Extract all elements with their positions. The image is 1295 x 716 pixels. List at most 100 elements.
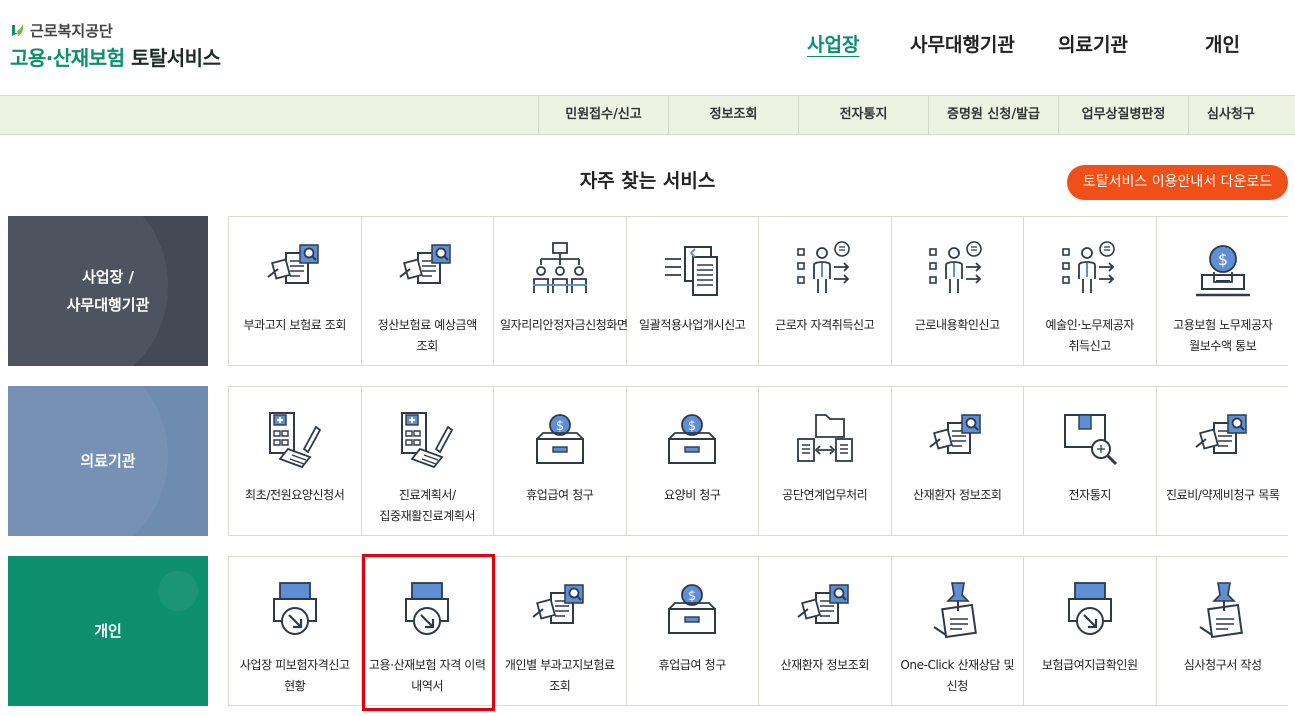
service-tile[interactable]: 산재환자 정보조회 [759, 557, 892, 705]
service-tile-label: 사업장 피보험자격신고 현황 [239, 658, 350, 693]
site-header: 근로복지공단 고용·산재보험 토탈서비스 사업장 사무대행기관 의료기관 개인 [0, 0, 1295, 95]
service-tile-label: 개인별 부과고지보험료 조회 [504, 658, 615, 693]
main-nav: 사업장 사무대행기관 의료기관 개인 [0, 30, 1295, 60]
service-tile[interactable]: 진료계획서/집중재활진료계획서 [361, 387, 494, 535]
sub-nav-appeal[interactable]: 심사청구 [1188, 96, 1295, 134]
service-tile[interactable]: 공단연계업무처리 [759, 387, 892, 535]
sub-nav: 민원접수/신고 정보조회 전자통지 증명원 신청/발급 업무상질병판정 심사청구 [0, 95, 1295, 135]
guide-download-button[interactable]: 토탈서비스 이용안내서 다운로드 [1067, 165, 1288, 200]
service-tile[interactable]: 일괄적용사업개시신고 [626, 217, 759, 365]
document-search-icon [532, 584, 584, 624]
service-grid: 사업장 피보험자격신고 현황 고용·산재보험 자격 이력 내역서 개인별 부과고… [228, 556, 1289, 706]
box-search-icon [1063, 414, 1117, 466]
service-tile[interactable]: 보험급여지급확인원 [1024, 557, 1157, 705]
main-nav-agency[interactable]: 사무대행기관 [910, 30, 1015, 57]
category-decoration [158, 571, 198, 611]
service-tile-label: 진료비/약제비청구 목록 [1166, 488, 1280, 502]
document-search-icon [797, 584, 849, 624]
category-label-line: 사업장 / [81, 268, 135, 286]
document-transfer-icon [665, 246, 719, 296]
service-tile[interactable]: $ 고용보험 노무제공자 월보수액 통보 [1156, 217, 1289, 365]
service-grid: 부과고지 보험료 조회 정산보험료 예상금액 조회 일자리리안정자금신청화면안내… [228, 216, 1289, 366]
service-tile[interactable]: 전자통지 [1024, 387, 1157, 535]
service-tile-label: 전자통지 [1068, 488, 1112, 502]
document-exchange-icon [796, 414, 853, 462]
category-label-line: 의료기관 [80, 452, 136, 470]
service-tile-label: 고용·산재보험 자격 이력 내역서 [368, 658, 486, 693]
service-tile-label: 예술인·노무제공자 취득신고 [1045, 318, 1135, 353]
service-tile-label: 일자리리안정자금신청화면안내 [500, 318, 649, 332]
printer-download-icon [1067, 582, 1112, 635]
category-panel: 사업장 / 사무대행기관 [8, 216, 208, 366]
service-tile[interactable]: 개인별 부과고지보험료 조회 [494, 557, 627, 705]
service-tile[interactable]: 최초/전원요양신청서 [229, 387, 362, 535]
person-checklist-icon [1061, 241, 1115, 293]
service-tile[interactable]: $ 휴업급여 청구 [494, 387, 627, 535]
main-nav-personal[interactable]: 개인 [1205, 30, 1240, 57]
service-tile[interactable]: 사업장 피보험자격신고 현황 [229, 557, 362, 705]
service-tile[interactable]: 근로자 자격취득신고 [759, 217, 892, 365]
svg-text:$: $ [556, 419, 564, 434]
service-tile-label: 근로자 자격취득신고 [775, 318, 875, 332]
hospital-document-icon [268, 412, 321, 469]
service-tile-label: 근로내용확인신고 [914, 318, 1001, 332]
service-tile[interactable]: 부과고지 보험료 조회 [229, 217, 362, 365]
service-tile[interactable]: One-Click 산재상담 및 신청 [891, 557, 1024, 705]
service-tile-label: 부과고지 보험료 조회 [243, 318, 347, 332]
service-tile-label: One-Click 산재상담 및 신청 [900, 658, 1015, 693]
main-nav-medical[interactable]: 의료기관 [1058, 30, 1128, 57]
category-panel: 개인 [8, 556, 208, 706]
service-tile-label: 산재환자 정보조회 [912, 488, 1002, 502]
sub-nav-certificate[interactable]: 증명원 신청/발급 [928, 96, 1058, 134]
main-nav-business[interactable]: 사업장 [807, 30, 859, 57]
printer-download-icon [405, 582, 450, 635]
hospital-document-icon [401, 412, 454, 469]
person-checklist-icon [929, 241, 983, 293]
pin-document-icon [933, 582, 978, 639]
service-tile-label: 공단연계업무처리 [782, 488, 868, 502]
category-label: 의료기관 [80, 447, 135, 475]
service-tile[interactable]: $ 요양비 청구 [626, 387, 759, 535]
svg-text:$: $ [688, 589, 696, 604]
service-tile-label: 산재환자 정보조회 [780, 658, 870, 672]
service-tile-label: 심사청구서 작성 [1183, 658, 1262, 672]
service-tile-label: 정산보험료 예상금액 조회 [377, 318, 478, 353]
document-search-icon [267, 244, 319, 284]
document-search-icon [399, 244, 451, 284]
service-tile[interactable]: 심사청구서 작성 [1156, 557, 1289, 705]
sub-nav-disease-judgment[interactable]: 업무상질병판정 [1058, 96, 1188, 134]
category-label: 개인 [94, 617, 122, 645]
service-tile-label: 휴업급여 청구 [526, 488, 594, 502]
service-grid: 최초/전원요양신청서 진료계획서/집중재활진료계획서 $ 휴업급여 청구 $ 요… [228, 386, 1289, 536]
printer-download-icon [272, 582, 317, 635]
service-tile-label: 고용보험 노무제공자 월보수액 통보 [1173, 318, 1273, 353]
service-tile[interactable]: 예술인·노무제공자 취득신고 [1024, 217, 1157, 365]
service-tile-label: 일괄적용사업개시신고 [639, 318, 746, 332]
money-report-icon: $ [1195, 245, 1250, 297]
service-tile-label: 요양비 청구 [663, 488, 721, 502]
person-checklist-icon [796, 241, 850, 293]
service-tile-label: 보험급여지급확인원 [1041, 658, 1138, 672]
category-label: 사업장 / 사무대행기관 [67, 263, 150, 319]
category-label-line: 개인 [94, 622, 122, 640]
sub-nav-e-notice[interactable]: 전자통지 [798, 96, 928, 134]
service-tile-label: 최초/전원요양신청서 [245, 488, 345, 502]
document-search-icon [929, 414, 981, 454]
service-tile[interactable]: 고용·산재보험 자격 이력 내역서 [361, 557, 494, 705]
category-panel: 의료기관 [8, 386, 208, 536]
money-box-icon: $ [535, 414, 584, 464]
service-tile[interactable]: $ 휴업급여 청구 [626, 557, 759, 705]
service-tile[interactable]: 진료비/약제비청구 목록 [1156, 387, 1289, 535]
money-box-icon: $ [668, 584, 717, 634]
service-tile[interactable]: 근로내용확인신고 [891, 217, 1024, 365]
category-label-line: 사무대행기관 [66, 296, 150, 314]
service-tile[interactable]: 산재환자 정보조회 [891, 387, 1024, 535]
document-search-icon [1195, 414, 1247, 454]
svg-text:$: $ [688, 419, 696, 434]
org-chart-icon [532, 242, 587, 293]
service-tile[interactable]: 일자리리안정자금신청화면안내 [494, 217, 649, 365]
sub-nav-complaint[interactable]: 민원접수/신고 [538, 96, 668, 134]
sub-nav-info-lookup[interactable]: 정보조회 [668, 96, 798, 134]
service-tile[interactable]: 정산보험료 예상금액 조회 [361, 217, 494, 365]
money-box-icon: $ [668, 414, 717, 464]
